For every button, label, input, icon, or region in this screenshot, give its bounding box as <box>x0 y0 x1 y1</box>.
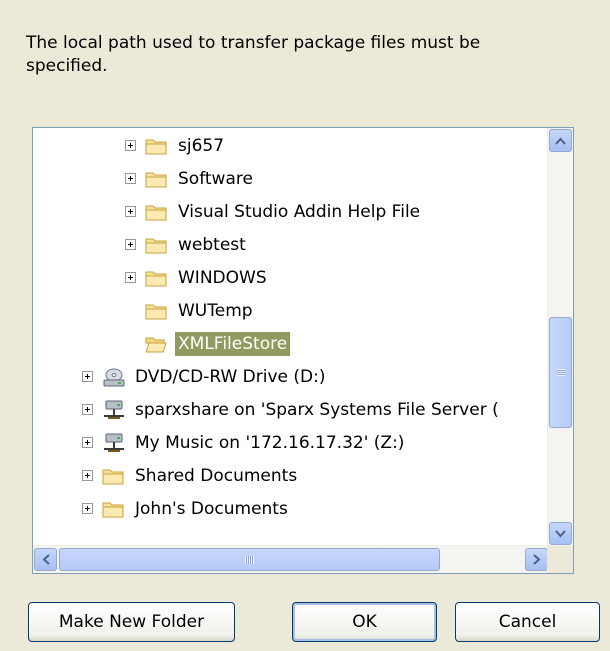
expand-icon[interactable] <box>125 140 136 151</box>
scroll-up-button[interactable] <box>549 129 572 152</box>
dialog-description: The local path used to transfer package … <box>26 33 481 76</box>
grip-icon <box>556 369 565 376</box>
tree-item[interactable]: WINDOWS <box>125 261 270 294</box>
tree-item-label: My Music on '172.16.17.32' (Z:) <box>135 432 405 453</box>
tree-item-label: John's Documents <box>135 498 288 519</box>
tree-item[interactable]: webtest <box>125 228 249 261</box>
tree-item-label: WINDOWS <box>178 267 267 288</box>
tree-item[interactable]: DVD/CD-RW Drive (D:) <box>82 360 328 393</box>
expand-icon[interactable] <box>82 437 93 448</box>
horizontal-scroll-thumb[interactable] <box>59 548 440 571</box>
ok-button[interactable]: OK <box>292 602 437 642</box>
network-drive-icon <box>102 399 126 421</box>
expand-icon[interactable] <box>82 470 93 481</box>
chevron-down-icon <box>555 529 566 537</box>
expand-icon[interactable] <box>125 239 136 250</box>
scroll-left-button[interactable] <box>34 548 57 571</box>
expand-icon[interactable] <box>82 503 93 514</box>
folder-icon <box>145 168 169 190</box>
tree-item[interactable]: Software <box>125 162 256 195</box>
folder-tree[interactable]: sj657 Software Visual Studio Addin Help Fi… <box>32 127 574 574</box>
folder-icon <box>145 267 169 289</box>
folder-icon <box>145 234 169 256</box>
scroll-right-button[interactable] <box>525 548 548 571</box>
folder-icon <box>145 201 169 223</box>
scrollbar-corner <box>547 546 573 573</box>
network-drive-icon <box>102 432 126 454</box>
scroll-down-button[interactable] <box>549 522 572 545</box>
tree-item-label: Visual Studio Addin Help File <box>178 201 421 222</box>
expand-icon[interactable] <box>125 206 136 217</box>
expand-icon[interactable] <box>82 404 93 415</box>
tree-item[interactable]: John's Documents <box>82 492 291 525</box>
make-new-folder-button[interactable]: Make New Folder <box>28 602 235 642</box>
chevron-up-icon <box>555 137 566 145</box>
folder-icon <box>145 135 169 157</box>
chevron-left-icon <box>42 554 50 565</box>
tree-item[interactable]: XMLFileStore <box>125 327 291 360</box>
expand-icon[interactable] <box>125 272 136 283</box>
tree-item-label: sj657 <box>178 135 225 156</box>
tree-item-label: Shared Documents <box>135 465 298 486</box>
tree-item[interactable]: Visual Studio Addin Help File <box>125 195 423 228</box>
vertical-scroll-thumb[interactable] <box>549 317 572 428</box>
tree-item[interactable]: sparxshare on 'Sparx Systems File Server… <box>82 393 502 426</box>
tree-item[interactable]: My Music on '172.16.17.32' (Z:) <box>82 426 407 459</box>
tree-item-label: webtest <box>178 234 246 255</box>
folder-open-icon <box>145 333 169 355</box>
folder-icon <box>145 300 169 322</box>
folder-tree-viewport[interactable]: sj657 Software Visual Studio Addin Help Fi… <box>33 128 549 546</box>
grip-icon <box>245 555 254 564</box>
expand-icon[interactable] <box>82 371 93 382</box>
tree-item-label: DVD/CD-RW Drive (D:) <box>135 366 326 387</box>
tree-item[interactable]: sj657 <box>125 129 227 162</box>
folder-icon <box>102 498 126 520</box>
chevron-right-icon <box>532 554 540 565</box>
folder-icon <box>102 465 126 487</box>
cancel-button[interactable]: Cancel <box>455 602 600 642</box>
tree-item[interactable]: Shared Documents <box>82 459 300 492</box>
tree-item-label: Software <box>178 168 253 189</box>
vertical-scrollbar[interactable] <box>547 128 573 546</box>
tree-item-label: XMLFileStore <box>175 331 291 356</box>
cd-drive-icon <box>102 366 126 388</box>
expand-icon[interactable] <box>125 173 136 184</box>
horizontal-scrollbar[interactable] <box>33 545 549 573</box>
tree-item-label: WUTemp <box>178 300 253 321</box>
tree-item[interactable]: WUTemp <box>125 294 256 327</box>
tree-item-label: sparxshare on 'Sparx Systems File Server… <box>135 399 499 420</box>
